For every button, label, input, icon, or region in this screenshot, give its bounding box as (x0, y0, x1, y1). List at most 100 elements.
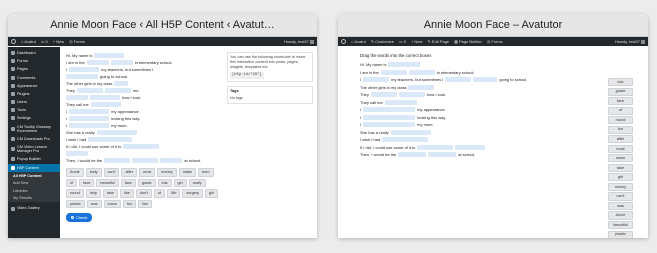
draggable-word[interactable]: moon (103, 199, 122, 209)
draggable-word[interactable]: face (120, 178, 136, 188)
draggable-word[interactable]: 5th (167, 189, 181, 198)
drop-zone[interactable] (96, 130, 137, 135)
draggable-word[interactable]: round (66, 189, 84, 198)
draggable-word[interactable]: don't (135, 189, 152, 198)
drop-zone[interactable] (388, 62, 421, 68)
drop-zone[interactable] (88, 137, 133, 142)
sidebar-item-dashboard[interactable]: Dashboard (8, 49, 60, 57)
draggable-word[interactable]: after (121, 168, 138, 177)
sidebar-item-cm-tooltip-glossary[interactable]: CM Tooltip Glossary Ecommerce (8, 123, 60, 135)
drop-zone[interactable] (408, 69, 435, 75)
edit-page-link[interactable]: ✎ Edit Page (427, 39, 449, 44)
drop-zone[interactable] (86, 60, 109, 65)
drop-zone[interactable] (370, 92, 397, 98)
drop-zone[interactable] (417, 144, 454, 150)
sidebar-item-plugins[interactable]: Plugins (8, 90, 60, 98)
draggable-word[interactable]: was (86, 199, 102, 209)
draggable-word[interactable]: take (608, 163, 633, 172)
sidebar-item-appearance[interactable]: Appearance (8, 82, 60, 90)
comments-link[interactable]: ▭ 0 (41, 39, 48, 44)
drop-zone[interactable] (69, 67, 100, 72)
draggable-word[interactable]: can't (103, 168, 120, 177)
sidebar-item-cm-downloads[interactable]: CM Downloads Pro (8, 135, 60, 143)
draggable-word[interactable]: face (79, 178, 95, 188)
submenu-all-h5p-content[interactable]: All H5P Content (8, 173, 60, 180)
drop-zone[interactable] (76, 88, 103, 93)
draggable-word[interactable]: was (608, 201, 633, 211)
drop-zone[interactable] (69, 109, 110, 114)
sidebar-item-forms[interactable]: Forms (8, 57, 60, 65)
site-name-link[interactable]: ⌂ Avatut (351, 39, 366, 44)
draggable-word[interactable]: plastic (608, 230, 633, 238)
drop-zone[interactable] (380, 69, 407, 75)
sidebar-item-comments[interactable]: Comments (8, 74, 60, 82)
new-content-link[interactable]: + New (53, 39, 64, 44)
wordpress-icon[interactable] (341, 39, 346, 44)
drop-zone[interactable] (66, 95, 88, 100)
new-content-link[interactable]: + New (411, 39, 422, 44)
drop-zone[interactable] (428, 152, 457, 158)
sidebar-item-tools[interactable]: Tools (8, 106, 60, 114)
drop-zone[interactable] (398, 92, 425, 98)
draggable-word[interactable]: Annie (608, 211, 633, 220)
draggable-word[interactable]: born (197, 168, 214, 177)
draggable-word[interactable]: lots (157, 178, 172, 188)
draggable-word[interactable]: money (157, 168, 177, 177)
drop-zone[interactable] (66, 151, 88, 156)
sidebar-item-pages[interactable]: Pages (8, 65, 60, 73)
drop-zone[interactable] (110, 60, 133, 65)
check-button[interactable]: Check (66, 213, 93, 223)
draggable-word[interactable]: take (102, 189, 119, 198)
drop-zone[interactable] (390, 129, 431, 135)
drop-zone[interactable] (160, 158, 183, 163)
drop-zone[interactable] (66, 74, 98, 79)
howdy-user-menu[interactable]: Howdy, test57 (284, 39, 314, 44)
drop-zone[interactable] (90, 102, 121, 107)
drop-zone[interactable] (90, 95, 120, 100)
submenu-my-results[interactable]: My Results (8, 194, 60, 201)
draggable-word[interactable]: grade (608, 87, 633, 96)
drop-zone[interactable] (94, 53, 125, 58)
draggable-word[interactable]: fun (608, 125, 633, 134)
page-builder-link[interactable]: ▦ Page Builder (454, 39, 482, 44)
drop-zone[interactable] (398, 152, 427, 158)
sidebar-item-users[interactable]: Users (8, 98, 60, 106)
draggable-word[interactable]: of (608, 106, 633, 115)
draggable-word[interactable]: round (608, 116, 633, 125)
drop-zone[interactable] (363, 122, 416, 128)
draggable-word[interactable]: grade (137, 178, 156, 188)
draggable-word[interactable]: most (608, 144, 633, 153)
drop-zone[interactable] (104, 88, 131, 93)
draggable-word[interactable]: can't (608, 192, 633, 201)
drop-zone[interactable] (445, 77, 472, 83)
draggable-word[interactable]: moon (608, 154, 633, 163)
draggable-word[interactable]: of (153, 189, 166, 198)
site-name-link[interactable]: ⌂ Avatut (21, 39, 36, 44)
submenu-libraries[interactable]: Libraries (8, 187, 60, 194)
draggable-word[interactable]: surgery (182, 189, 204, 198)
forms-link[interactable]: ◎ Forms (487, 39, 503, 44)
draggable-word[interactable]: bully (85, 168, 102, 177)
draggable-word[interactable]: of (66, 178, 78, 188)
comments-link[interactable]: ▭ 0 (399, 39, 406, 44)
drop-zone[interactable] (69, 116, 110, 121)
submenu-add-new[interactable]: Add New (8, 180, 60, 187)
draggable-word[interactable]: plastic (66, 199, 85, 209)
draggable-word[interactable]: really (188, 178, 206, 188)
draggable-word[interactable]: like (138, 199, 153, 209)
draggable-word[interactable]: beautiful (608, 220, 633, 230)
draggable-word[interactable]: lots (608, 78, 633, 87)
drop-zone[interactable] (384, 99, 417, 105)
draggable-word[interactable]: face (608, 97, 633, 106)
draggable-word[interactable]: help (85, 189, 101, 198)
drop-zone[interactable] (363, 107, 416, 113)
draggable-word[interactable]: girl (205, 189, 219, 198)
draggable-word[interactable]: like (120, 189, 134, 198)
draggable-word[interactable]: girl (608, 173, 633, 182)
draggable-word[interactable]: money (608, 182, 633, 191)
customize-link[interactable]: ✎ Customize (371, 39, 394, 44)
draggable-word[interactable]: Annie (66, 168, 84, 177)
drop-zone[interactable] (363, 77, 390, 83)
wordpress-icon[interactable] (11, 39, 16, 44)
drop-zone[interactable] (123, 144, 160, 149)
